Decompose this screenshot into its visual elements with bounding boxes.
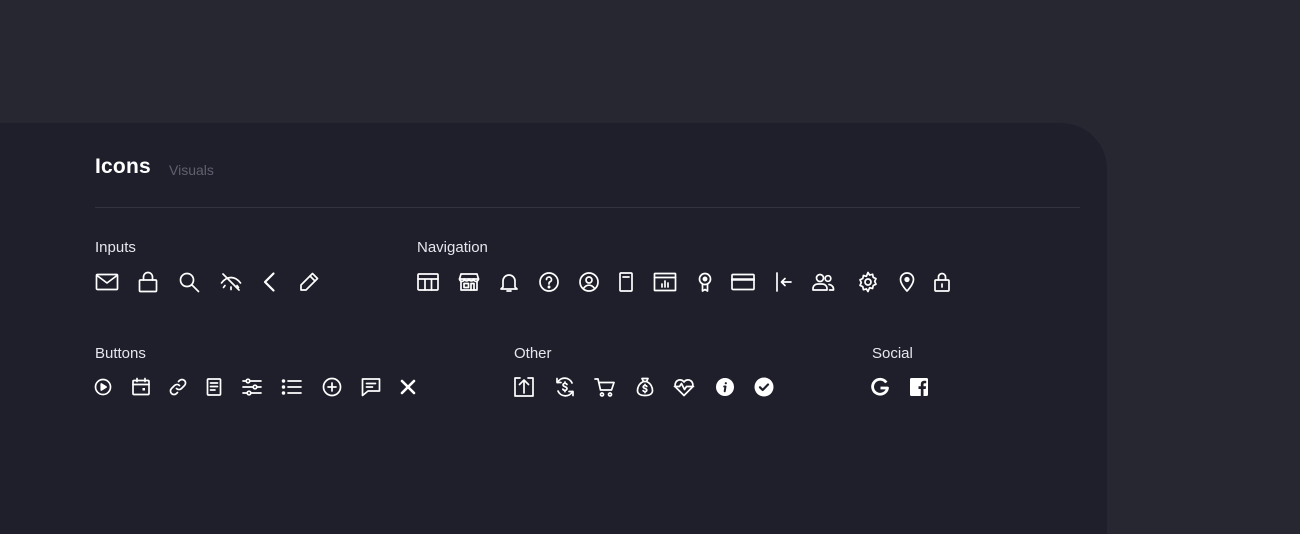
store-icon[interactable] [457,270,481,294]
group-label-inputs: Inputs [95,239,136,256]
table-icon[interactable] [416,270,440,294]
divider [95,207,1080,208]
note-icon[interactable] [202,375,226,399]
chat-icon[interactable] [359,375,383,399]
credit-card-icon[interactable] [731,270,755,294]
close-icon[interactable] [396,375,420,399]
search-icon[interactable] [177,270,201,294]
page-title: Icons [95,155,151,178]
arrow-left-collapse-icon[interactable] [772,270,796,294]
dashboard-chart-icon[interactable] [653,270,677,294]
refresh-dollar-icon[interactable] [553,375,577,399]
icons-card [0,123,1107,534]
padlock-icon[interactable] [930,270,954,294]
heart-pulse-icon[interactable] [672,375,696,399]
lock-icon[interactable] [136,270,160,294]
info-icon[interactable] [713,375,737,399]
location-pin-icon[interactable] [895,270,919,294]
chevron-left-icon[interactable] [258,270,282,294]
cart-icon[interactable] [593,375,617,399]
group-label-navigation: Navigation [417,239,488,256]
pencil-icon[interactable] [297,270,321,294]
money-bag-icon[interactable] [633,375,657,399]
calendar-icon[interactable] [129,375,153,399]
list-icon[interactable] [280,375,304,399]
users-icon[interactable] [811,270,835,294]
sliders-icon[interactable] [240,375,264,399]
link-icon[interactable] [166,375,190,399]
upload-icon[interactable] [512,375,536,399]
plus-circle-icon[interactable] [320,375,344,399]
page-subtitle: Visuals [169,162,214,178]
facebook-icon[interactable] [907,375,931,399]
document-icon[interactable] [614,270,638,294]
group-label-buttons: Buttons [95,345,146,362]
award-icon[interactable] [693,270,717,294]
group-label-social: Social [872,345,913,362]
user-circle-icon[interactable] [577,270,601,294]
play-circle-icon[interactable] [91,375,115,399]
help-icon[interactable] [537,270,561,294]
mail-icon[interactable] [95,270,119,294]
google-icon[interactable] [868,375,892,399]
bell-icon[interactable] [497,270,521,294]
gear-icon[interactable] [856,270,880,294]
group-label-other: Other [514,345,552,362]
eye-off-icon[interactable] [219,270,243,294]
check-circle-icon[interactable] [752,375,776,399]
